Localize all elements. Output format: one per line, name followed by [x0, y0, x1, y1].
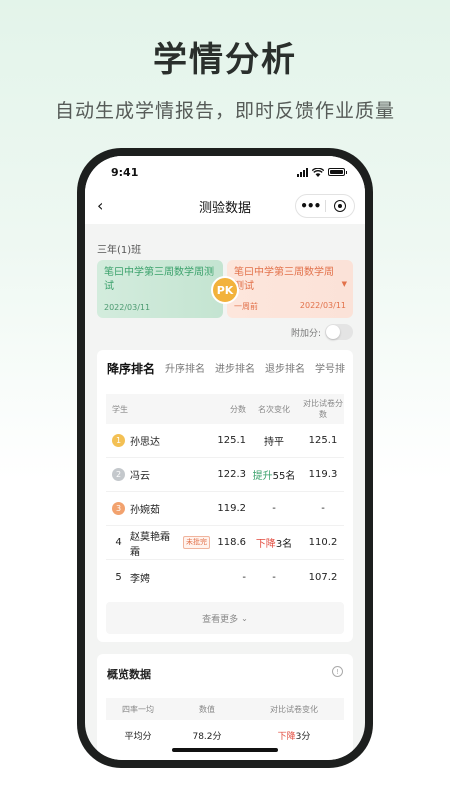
- bonus-label: 附加分:: [290, 328, 321, 339]
- tab-regress[interactable]: 退步排名: [265, 360, 305, 384]
- mini-program-capsule: •••: [295, 194, 355, 218]
- tab-descending[interactable]: 降序排名: [107, 360, 155, 384]
- ranking-table: 学生 分数 名次变化 对比试卷分数 1 孙思达 125.1 持平 125.1 2冯…: [106, 394, 344, 594]
- student-name: 冯云: [130, 471, 150, 482]
- home-indicator: [172, 748, 278, 752]
- unmarked-tag: 未批完: [183, 536, 210, 549]
- exam-date: 2022/03/11: [104, 303, 151, 312]
- hero-subtitle: 自动生成学情报告，即时反馈作业质量: [54, 100, 395, 122]
- bronze-medal-icon: 3: [112, 502, 125, 515]
- bonus-toggle-row: 附加分:: [291, 324, 353, 340]
- tab-student-id[interactable]: 学号排: [315, 360, 345, 384]
- class-name: 三年(1)班: [97, 245, 142, 256]
- tab-ascending[interactable]: 升序排名: [165, 360, 205, 384]
- exam-card-current[interactable]: 笔曰中学第三周数学周测试 2022/03/11: [97, 260, 223, 318]
- overview-table: 四率一均 数值 对比试卷变化 平均分 78.2分 下降3分: [106, 698, 344, 750]
- overview-header: 四率一均 数值 对比试卷变化: [106, 698, 344, 720]
- close-target-icon[interactable]: [326, 200, 355, 212]
- phone-frame: 9:41 ‹ 测验数据 ••• 三年(1)班 笔曰中学第三周数学周测试 2022…: [77, 148, 373, 768]
- hero-title: 学情分析: [153, 40, 297, 80]
- exam-date: 2022/03/11: [299, 301, 346, 310]
- gold-medal-icon: 1: [112, 434, 125, 447]
- table-row[interactable]: 3 孙婉茹 119.2 - -: [106, 492, 344, 526]
- back-chevron-icon[interactable]: ‹: [97, 196, 103, 215]
- table-header: 学生 分数 名次变化 对比试卷分数: [106, 394, 344, 424]
- student-name: 李娉: [130, 573, 150, 585]
- table-row[interactable]: 5 李娉 - - 107.2: [106, 560, 344, 594]
- signal-icon: [297, 167, 308, 177]
- table-row[interactable]: 4 赵莫艳霜霜 未批完 118.6 下降3名 110.2: [106, 526, 344, 560]
- table-row[interactable]: 2 冯云 122.3 提升55名 119.3: [106, 458, 344, 492]
- exam-name: 笔曰中学第三周数学周测试: [104, 267, 214, 292]
- bonus-toggle[interactable]: [325, 324, 353, 340]
- chevron-down-icon: ⌄: [241, 613, 248, 623]
- status-time: 9:41: [111, 165, 139, 179]
- ranking-tabs: 降序排名 升序排名 进步排名 退步排名 学号排: [97, 350, 353, 384]
- status-bar: 9:41: [85, 156, 365, 188]
- ranking-card: 降序排名 升序排名 进步排名 退步排名 学号排 学生 分数 名次变化 对比试卷分…: [97, 350, 353, 642]
- exam-period: 一周前: [234, 302, 258, 311]
- dropdown-caret-icon[interactable]: ▼: [342, 280, 347, 288]
- table-row[interactable]: 1 孙思达 125.1 持平 125.1: [106, 424, 344, 458]
- overview-title: 概览数据: [107, 668, 151, 681]
- exam-name: 笔曰中学第三周数学周测试: [234, 267, 334, 292]
- student-name: 孙思达: [130, 437, 160, 448]
- pk-badge: PK: [211, 276, 239, 304]
- status-icons: [297, 167, 347, 177]
- tab-progress[interactable]: 进步排名: [215, 360, 255, 384]
- view-more-button[interactable]: 查看更多 ⌄: [106, 602, 344, 634]
- silver-medal-icon: 2: [112, 468, 125, 481]
- battery-icon: [328, 168, 347, 176]
- student-name: 赵莫艳霜霜: [130, 531, 170, 558]
- exam-card-compare[interactable]: 笔曰中学第三周数学周测试 ▼ 一周前 2022/03/11: [227, 260, 353, 318]
- nav-bar: ‹ 测验数据 •••: [85, 188, 365, 224]
- nav-title: 测验数据: [198, 200, 251, 216]
- overview-row: 平均分 78.2分 下降3分: [124, 731, 311, 742]
- phone-screen: 9:41 ‹ 测验数据 ••• 三年(1)班 笔曰中学第三周数学周测试 2022…: [85, 156, 365, 760]
- more-dots-icon[interactable]: •••: [296, 199, 325, 213]
- wifi-icon: [312, 167, 324, 177]
- info-icon[interactable]: !: [332, 666, 343, 677]
- student-name: 孙婉茹: [130, 505, 160, 516]
- overview-card: 概览数据 ! 四率一均 数值 对比试卷变化 平均分 78.2分 下降3分: [97, 654, 353, 760]
